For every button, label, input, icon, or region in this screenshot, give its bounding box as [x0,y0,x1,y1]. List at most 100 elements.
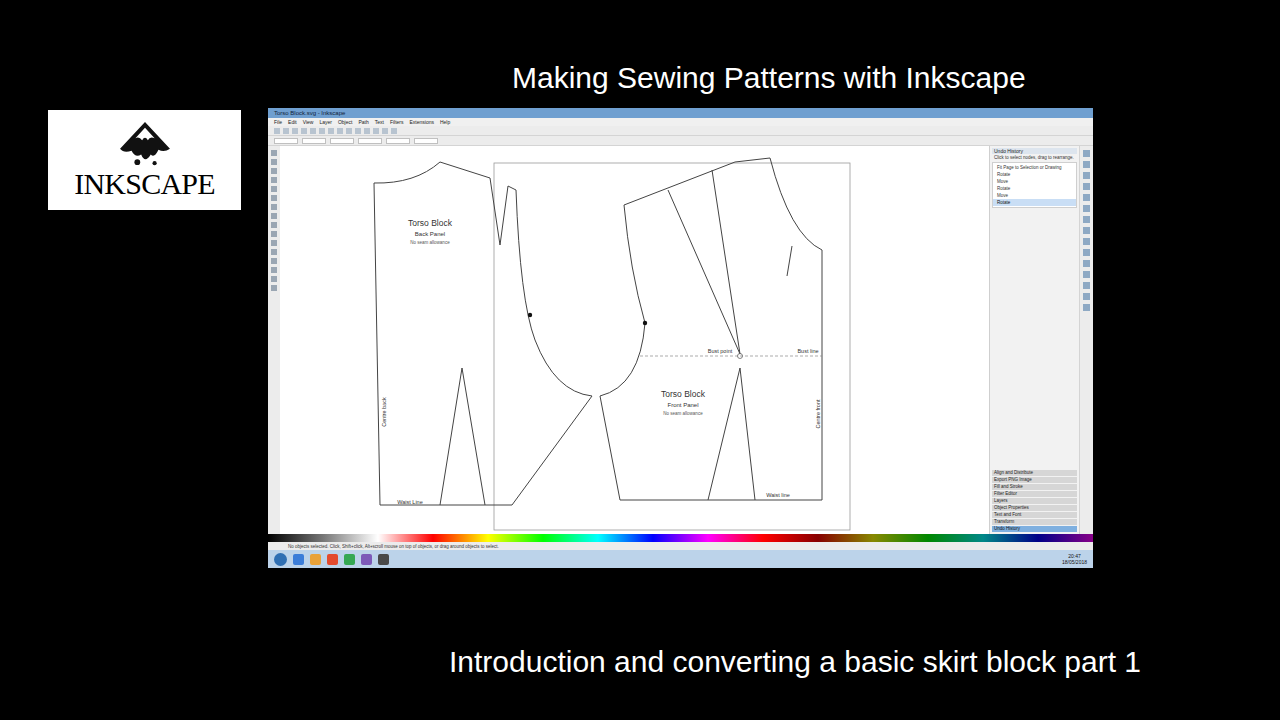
command-icon[interactable] [1083,216,1090,223]
menu-item[interactable]: Help [440,120,450,125]
command-icon[interactable] [1083,161,1090,168]
control-field[interactable] [414,138,438,144]
history-item[interactable]: Rotate [993,199,1076,206]
dock-panel-header[interactable]: Object Properties [992,505,1077,511]
command-icon[interactable] [1083,238,1090,245]
piece-title: Torso Block [661,389,706,399]
dock-panel-header[interactable]: Undo History [992,526,1077,532]
toolbar-button[interactable] [328,128,334,134]
history-item[interactable]: Rotate [993,171,1076,178]
toolbar-button[interactable] [319,128,325,134]
taskbar-app-icon[interactable] [361,554,372,565]
clock-time: 20:47 [1068,553,1081,559]
toolbar-button[interactable] [301,128,307,134]
command-icon[interactable] [1083,205,1090,212]
dock-panel-header[interactable]: Export PNG Image [992,477,1077,483]
menu-item[interactable]: Layer [319,120,332,125]
tool-icon[interactable] [271,240,277,246]
history-item[interactable]: Move [993,178,1076,185]
dock-panel-header[interactable]: Align and Distribute [992,470,1077,476]
history-item[interactable]: Rotate [993,185,1076,192]
toolbar-button[interactable] [337,128,343,134]
command-icon[interactable] [1083,260,1090,267]
tool-icon[interactable] [271,222,277,228]
palette[interactable] [268,534,1093,542]
tool-icon[interactable] [271,267,277,273]
control-field[interactable] [274,138,298,144]
start-button-icon[interactable] [274,553,287,566]
history-item[interactable]: Move [993,192,1076,199]
control-field[interactable] [330,138,354,144]
dock-panel-header[interactable]: Fill and Stroke [992,484,1077,490]
command-icon[interactable] [1083,172,1090,179]
toolbar-button[interactable] [382,128,388,134]
tool-icon[interactable] [271,231,277,237]
menu-item[interactable]: Extensions [410,120,434,125]
tool-icon[interactable] [271,276,277,282]
menu-item[interactable]: Object [338,120,352,125]
command-icon[interactable] [1083,194,1090,201]
tool-controls-bar [268,136,1093,146]
dock-panel-header[interactable]: Filter Editor [992,491,1077,497]
tool-icon[interactable] [271,249,277,255]
tool-icon[interactable] [271,159,277,165]
command-icon[interactable] [1083,183,1090,190]
tool-icon[interactable] [271,285,277,291]
command-icon[interactable] [1083,227,1090,234]
command-icon[interactable] [1083,282,1090,289]
toolbar-button[interactable] [355,128,361,134]
back-panel[interactable] [374,162,592,505]
dock-hint: Click to select nodes, drag to rearrange… [992,155,1077,161]
toolbar-button[interactable] [373,128,379,134]
command-icon[interactable] [1083,150,1090,157]
front-panel[interactable] [600,158,822,500]
menu-item[interactable]: Text [375,120,384,125]
toolbar-button[interactable] [292,128,298,134]
control-field[interactable] [358,138,382,144]
dock-panel-header[interactable]: Layers [992,498,1077,504]
tool-icon[interactable] [271,168,277,174]
notch-dot [643,321,647,325]
piece-title: Torso Block [408,218,453,228]
dock-panel-header[interactable]: Transform [992,519,1077,525]
window-title-bar: Torso Block.svg - Inkscape [268,108,1093,118]
menu-item[interactable]: View [303,120,314,125]
menu-item[interactable]: Filters [390,120,404,125]
tool-icon[interactable] [271,177,277,183]
toolbar-button[interactable] [283,128,289,134]
tool-icon[interactable] [271,258,277,264]
menu-item[interactable]: Path [358,120,368,125]
menu-item[interactable]: Edit [288,120,297,125]
taskbar-app-icon[interactable] [344,554,355,565]
taskbar-app-icon[interactable] [293,554,304,565]
taskbar-app-icon[interactable] [310,554,321,565]
toolbar-button[interactable] [364,128,370,134]
front-waist-dart [708,368,755,500]
command-icon[interactable] [1083,293,1090,300]
menu-item[interactable]: File [274,120,282,125]
toolbar-button[interactable] [346,128,352,134]
taskbar-app-icon[interactable] [327,554,338,565]
waist-label: Waist Line [397,499,422,505]
front-bust-dart [668,170,740,354]
command-icon[interactable] [1083,304,1090,311]
piece-labels: Torso BlockFront PanelNo seam allowanceC… [661,389,821,498]
dock-panel-header[interactable]: Text and Font [992,512,1077,518]
toolbar-button[interactable] [310,128,316,134]
control-field[interactable] [386,138,410,144]
tool-icon[interactable] [271,186,277,192]
history-item[interactable]: Fit Page to Selection or Drawing [993,164,1076,171]
taskbar-app-icon[interactable] [378,554,389,565]
command-icon[interactable] [1083,249,1090,256]
taskbar: 20:4718/05/2018 [268,550,1093,568]
pattern-drawing[interactable]: Torso BlockBack PanelNo seam allowanceCe… [280,146,989,534]
command-icon[interactable] [1083,271,1090,278]
toolbar-button[interactable] [274,128,280,134]
tool-icon[interactable] [271,195,277,201]
tool-icon[interactable] [271,213,277,219]
canvas[interactable]: Torso BlockBack PanelNo seam allowanceCe… [280,146,989,534]
tool-icon[interactable] [271,150,277,156]
control-field[interactable] [302,138,326,144]
toolbar-button[interactable] [391,128,397,134]
tool-icon[interactable] [271,204,277,210]
